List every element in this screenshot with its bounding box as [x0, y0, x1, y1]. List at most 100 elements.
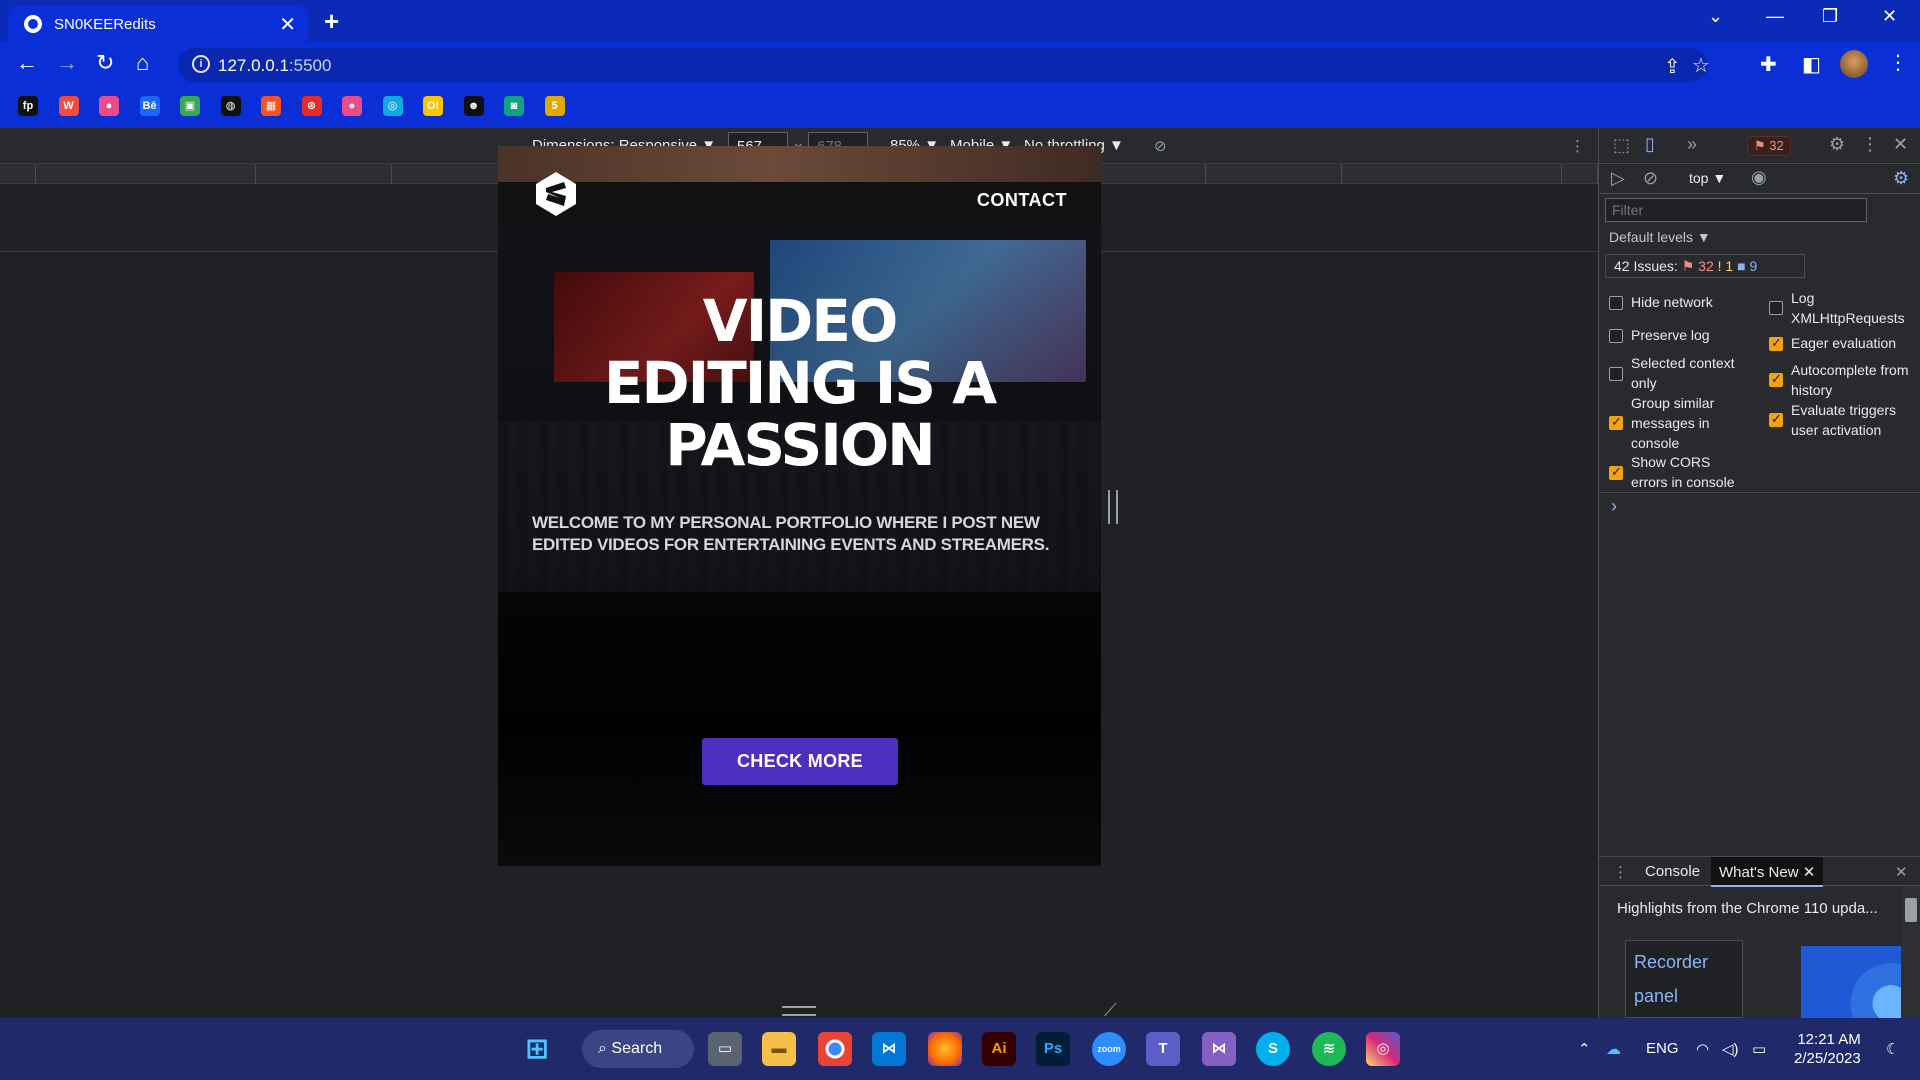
device-toggle-icon[interactable]: ▯ [1645, 134, 1655, 155]
drawer-scrollbar[interactable] [1901, 886, 1920, 1018]
spotify-icon[interactable]: ≋ [1312, 1032, 1346, 1066]
hide-network-checkbox[interactable] [1609, 296, 1623, 310]
taskbar-clock[interactable]: 12:21 AM 2/25/2023 [1794, 1030, 1861, 1068]
evaluate-triggers-checkbox[interactable] [1769, 411, 1783, 427]
drawer-menu-icon[interactable]: ⋮ [1613, 863, 1628, 881]
start-windows-icon[interactable]: ⊞ [520, 1032, 554, 1066]
site-info-icon[interactable]: i [192, 55, 210, 73]
bookmark-icon[interactable]: W [58, 96, 79, 116]
settings-gear-icon[interactable]: ⚙ [1829, 134, 1845, 155]
restore-button[interactable]: ❐ [1822, 6, 1838, 27]
bookmark-icon[interactable]: Bē [139, 96, 160, 116]
notifications-moon-icon[interactable]: ☾ [1886, 1040, 1899, 1058]
preserve-log-checkbox[interactable] [1609, 329, 1623, 343]
taskbar-search[interactable]: ⌕ Search [582, 1030, 694, 1068]
bookmark-icon[interactable]: ☻ [463, 96, 484, 116]
tab-close-icon[interactable]: ✕ [279, 12, 296, 37]
tab-whats-new[interactable]: What's New ✕ [1711, 857, 1824, 887]
bookmark-icon[interactable]: ◎ [382, 96, 403, 116]
zoom-icon[interactable]: zoom [1092, 1032, 1126, 1066]
ruler-segment[interactable] [1206, 164, 1342, 184]
issues-counter[interactable]: 42 Issues: ⚑ 32 ! 1 ■ 9 [1605, 254, 1805, 278]
inspect-element-icon[interactable]: ⬚ [1613, 135, 1630, 156]
error-count-badge[interactable]: ⚑ 32 [1747, 136, 1791, 156]
context-selector[interactable]: top ▼ [1689, 170, 1726, 186]
ruler-segment[interactable] [0, 164, 36, 184]
scrollbar-thumb[interactable] [1905, 898, 1917, 922]
ruler-segment[interactable] [1562, 164, 1598, 184]
profile-avatar[interactable] [1840, 50, 1868, 78]
ruler-segment[interactable] [1342, 164, 1562, 184]
browser-menu-icon[interactable]: ⋮ [1888, 50, 1908, 75]
instagram-icon[interactable]: ◎ [1366, 1032, 1400, 1066]
illustrator-icon[interactable]: Ai [982, 1032, 1016, 1066]
tab-search-icon[interactable]: ⌄ [1708, 6, 1723, 27]
bookmark-star-icon[interactable]: ☆ [1692, 53, 1710, 78]
whats-new-highlight[interactable]: Highlights from the Chrome 110 upda... [1617, 900, 1878, 917]
battery-icon[interactable]: ▭ [1752, 1040, 1766, 1058]
eager-evaluation-checkbox[interactable] [1769, 335, 1783, 351]
sidebar-toggle-icon[interactable]: ▷ [1611, 168, 1625, 189]
file-explorer-icon[interactable]: ▬ [762, 1032, 796, 1066]
ruler-segment[interactable] [256, 164, 392, 184]
url-text[interactable]: 127.0.0.1:5500 [218, 56, 331, 76]
drawer-close-icon[interactable]: ✕ [1895, 863, 1908, 881]
ruler-segment[interactable] [36, 164, 256, 184]
site-logo-icon[interactable] [532, 170, 580, 218]
bookmark-icon[interactable]: ▦ [261, 96, 281, 116]
recorder-panel-card[interactable]: Recorder panel [1625, 940, 1743, 1018]
bookmark-icon[interactable]: ◍ [220, 96, 241, 116]
reload-icon[interactable]: ↻ [96, 50, 114, 76]
autocomplete-checkbox[interactable] [1769, 371, 1783, 387]
resize-handle-right[interactable] [1108, 490, 1118, 524]
minimize-button[interactable]: — [1766, 6, 1784, 27]
selected-context-checkbox[interactable] [1609, 367, 1623, 381]
wifi-icon[interactable]: ◠ [1696, 1040, 1709, 1058]
bookmark-icon[interactable]: ● [342, 96, 362, 116]
tab-console[interactable]: Console [1645, 863, 1700, 880]
photoshop-icon[interactable]: Ps [1036, 1032, 1070, 1066]
console-settings-icon[interactable]: ⚙ [1893, 168, 1909, 189]
nav-contact-link[interactable]: CONTACT [977, 190, 1067, 211]
address-bar[interactable]: i 127.0.0.1:5500 ⇪ ☆ [178, 48, 1710, 82]
teams-icon[interactable]: T [1146, 1032, 1180, 1066]
firefox-icon[interactable] [928, 1032, 962, 1066]
show-cors-checkbox[interactable] [1609, 464, 1623, 480]
bookmark-icon[interactable]: 5 [544, 96, 565, 116]
task-view-icon[interactable]: ▭ [708, 1032, 742, 1066]
forward-icon[interactable]: → [56, 50, 78, 76]
new-tab-button[interactable]: + [324, 6, 339, 37]
more-tabs-icon[interactable]: » [1687, 134, 1697, 155]
devtools-menu-icon[interactable]: ⋮ [1861, 134, 1879, 155]
side-panel-icon[interactable]: ◧ [1802, 52, 1821, 77]
skype-icon[interactable]: S [1256, 1032, 1290, 1066]
check-more-button[interactable]: CHECK MORE [702, 738, 898, 785]
device-toolbar-more-icon[interactable]: ⋮ [1570, 137, 1585, 155]
onedrive-icon[interactable]: ☁ [1606, 1040, 1621, 1058]
console-prompt-icon[interactable]: › [1611, 496, 1617, 517]
bookmark-icon[interactable]: ● [99, 96, 119, 116]
live-expression-eye-icon[interactable]: ◉ [1751, 167, 1767, 188]
language-indicator[interactable]: ENG [1646, 1040, 1679, 1057]
chrome-icon[interactable] [818, 1032, 852, 1066]
devtools-close-icon[interactable]: ✕ [1893, 134, 1908, 155]
bookmark-icon[interactable]: fp [18, 96, 38, 116]
tray-overflow-icon[interactable]: ⌃ [1578, 1040, 1591, 1058]
group-similar-checkbox[interactable] [1609, 414, 1623, 430]
back-icon[interactable]: ← [16, 50, 38, 76]
volume-icon[interactable]: ◁) [1722, 1040, 1739, 1058]
rotate-icon[interactable]: ⊘ [1154, 137, 1167, 155]
bookmark-icon[interactable]: O! [423, 96, 443, 116]
close-window-button[interactable]: ✕ [1882, 6, 1897, 27]
browser-tab[interactable]: SN0KEERedits ✕ [8, 6, 308, 42]
resize-handle-bottom[interactable] [782, 1006, 816, 1016]
log-xhr-checkbox[interactable] [1769, 301, 1783, 315]
vscode-icon[interactable]: ⋈ [872, 1032, 906, 1066]
bookmark-icon[interactable]: ◙ [504, 96, 524, 116]
console-filter-input[interactable] [1605, 198, 1867, 222]
bookmark-icon[interactable]: ⊛ [301, 96, 322, 116]
extensions-icon[interactable]: ✚ [1760, 52, 1777, 77]
share-icon[interactable]: ⇪ [1664, 54, 1681, 79]
clear-console-icon[interactable]: ⊘ [1643, 168, 1658, 189]
home-icon[interactable]: ⌂ [136, 50, 149, 76]
